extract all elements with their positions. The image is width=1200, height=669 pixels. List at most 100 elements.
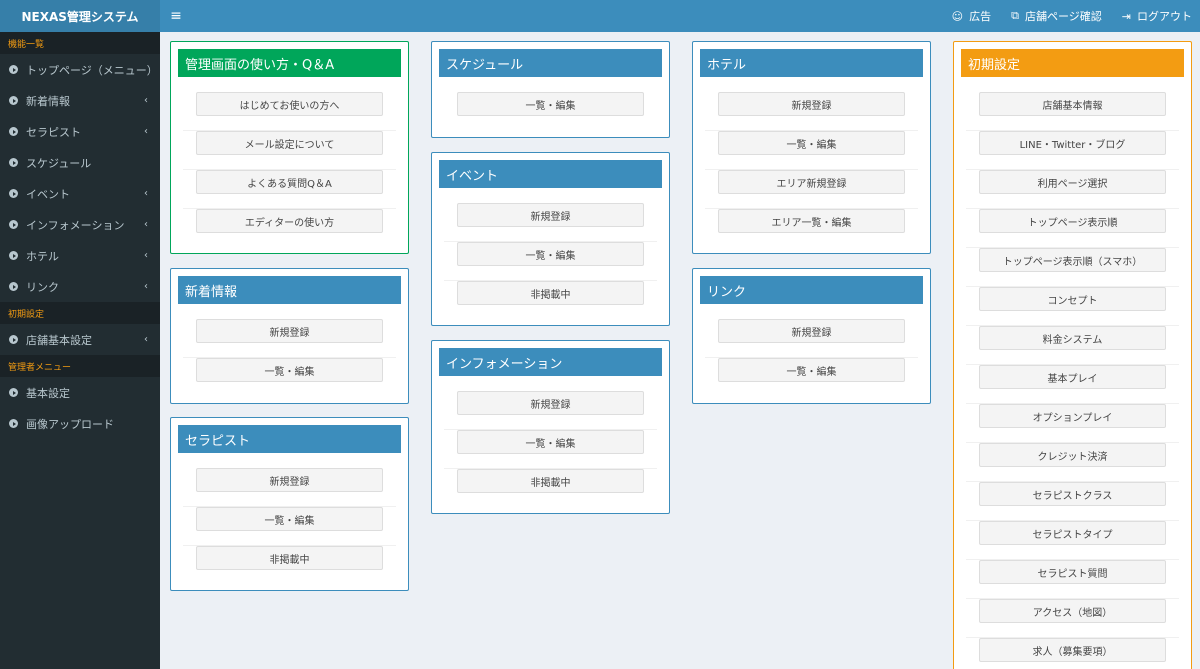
list-item: LINE・Twitter・ブログ (966, 131, 1179, 170)
sidebar-item-news[interactable]: 新着情報 ‹ (0, 85, 160, 116)
list-item: 一覧・編集 (705, 131, 918, 170)
initial-access-map-button[interactable]: アクセス（地図） (979, 599, 1166, 623)
howto-first-time-button[interactable]: はじめてお使いの方へ (196, 92, 383, 116)
event-new-button[interactable]: 新規登録 (457, 203, 644, 227)
initial-store-info-button[interactable]: 店舗基本情報 (979, 92, 1166, 116)
list-item: 新規登録 (444, 203, 657, 242)
circle-arrow-icon (9, 419, 18, 428)
list-item: はじめてお使いの方へ (183, 92, 396, 131)
initial-price-system-button[interactable]: 料金システム (979, 326, 1166, 350)
howto-mail-settings-button[interactable]: メール設定について (196, 131, 383, 155)
sidebar-section-features: 機能一覧 (0, 32, 160, 54)
schedule-list-edit-button[interactable]: 一覧・編集 (457, 92, 644, 116)
list-item: トップページ表示順 (966, 209, 1179, 248)
sidebar-item-hotel[interactable]: ホテル ‹ (0, 240, 160, 271)
sidebar-item-link[interactable]: リンク ‹ (0, 271, 160, 302)
list-item: 利用ページ選択 (966, 170, 1179, 209)
box-title: スケジュール (439, 49, 662, 77)
link-list-edit-button[interactable]: 一覧・編集 (718, 358, 905, 382)
circle-arrow-icon (9, 127, 18, 136)
list-item: 一覧・編集 (444, 430, 657, 469)
sidebar-section-initial: 初期設定 (0, 302, 160, 324)
sidebar-item-label: 新着情報 (26, 94, 70, 108)
news-new-button[interactable]: 新規登録 (196, 319, 383, 343)
initial-credit-button[interactable]: クレジット決済 (979, 443, 1166, 467)
chevron-left-icon: ‹ (144, 334, 148, 345)
link-new-button[interactable]: 新規登録 (718, 319, 905, 343)
initial-option-play-button[interactable]: オプションプレイ (979, 404, 1166, 428)
initial-therapist-class-button[interactable]: セラピストクラス (979, 482, 1166, 506)
store-page-link[interactable]: ⧉ 店舗ページ確認 (1011, 8, 1102, 24)
app-logo[interactable]: NEXAS管理システム (0, 0, 160, 32)
sidebar-item-basic-settings[interactable]: 基本設定 (0, 377, 160, 408)
initial-therapist-type-button[interactable]: セラピストタイプ (979, 521, 1166, 545)
list-item: クレジット決済 (966, 443, 1179, 482)
sidebar-item-label: 画像アップロード (26, 417, 114, 431)
store-page-link-label: 店舗ページ確認 (1025, 10, 1102, 23)
top-right-links: ☺ 広告 ⧉ 店舗ページ確認 ⇥ ログアウト (932, 0, 1200, 32)
box-buttons: 新規登録 一覧・編集 (693, 304, 930, 397)
list-item: 新規登録 (183, 319, 396, 358)
list-item: よくある質問Q＆A (183, 170, 396, 209)
initial-therapist-question-button[interactable]: セラピスト質問 (979, 560, 1166, 584)
box-schedule: スケジュール 一覧・編集 (431, 41, 670, 138)
initial-recruit-button[interactable]: 求人（募集要項） (979, 638, 1166, 662)
chevron-left-icon: ‹ (144, 281, 148, 292)
circle-arrow-icon (9, 251, 18, 260)
initial-sns-button[interactable]: LINE・Twitter・ブログ (979, 131, 1166, 155)
sidebar-item-label: ホテル (26, 249, 59, 263)
sidebar-item-store-settings[interactable]: 店舗基本設定 ‹ (0, 324, 160, 355)
sidebar-item-information[interactable]: インフォメーション ‹ (0, 209, 160, 240)
list-item: 一覧・編集 (705, 358, 918, 397)
list-item: 店舗基本情報 (966, 92, 1179, 131)
event-list-edit-button[interactable]: 一覧・編集 (457, 242, 644, 266)
ad-link[interactable]: ☺ 広告 (952, 8, 991, 24)
box-buttons: 一覧・編集 (432, 77, 669, 131)
list-item: 基本プレイ (966, 365, 1179, 404)
hamburger-icon: ≡ (170, 8, 182, 24)
box-therapist: セラピスト 新規登録 一覧・編集 非掲載中 (170, 417, 409, 591)
box-title: インフォメーション (439, 348, 662, 376)
list-item: 非掲載中 (444, 469, 657, 508)
news-list-edit-button[interactable]: 一覧・編集 (196, 358, 383, 382)
initial-page-select-button[interactable]: 利用ページ選択 (979, 170, 1166, 194)
list-item: セラピストタイプ (966, 521, 1179, 560)
box-event: イベント 新規登録 一覧・編集 非掲載中 (431, 152, 670, 326)
sidebar-item-label: 基本設定 (26, 386, 70, 400)
sidebar-item-top[interactable]: トップページ（メニュー） (0, 54, 160, 85)
therapist-unpublished-button[interactable]: 非掲載中 (196, 546, 383, 570)
initial-top-order-button[interactable]: トップページ表示順 (979, 209, 1166, 233)
top-navbar: NEXAS管理システム ≡ ☺ 広告 ⧉ 店舗ページ確認 ⇥ ログアウト (0, 0, 1200, 32)
circle-arrow-icon (9, 220, 18, 229)
sidebar-item-event[interactable]: イベント ‹ (0, 178, 160, 209)
sidebar-item-image-upload[interactable]: 画像アップロード (0, 408, 160, 439)
list-item: 求人（募集要項） (966, 638, 1179, 669)
box-buttons: 新規登録 一覧・編集 非掲載中 (432, 188, 669, 320)
hotel-list-edit-button[interactable]: 一覧・編集 (718, 131, 905, 155)
box-buttons: 店舗基本情報 LINE・Twitter・ブログ 利用ページ選択 トップページ表示… (954, 77, 1191, 669)
circle-arrow-icon (9, 96, 18, 105)
list-item: 非掲載中 (183, 546, 396, 585)
hotel-area-new-button[interactable]: エリア新規登録 (718, 170, 905, 194)
list-item: 一覧・編集 (183, 358, 396, 397)
howto-editor-button[interactable]: エディターの使い方 (196, 209, 383, 233)
logout-link[interactable]: ⇥ ログアウト (1122, 8, 1192, 24)
hotel-area-list-edit-button[interactable]: エリア一覧・編集 (718, 209, 905, 233)
sidebar-item-label: インフォメーション (26, 218, 125, 232)
howto-faq-button[interactable]: よくある質問Q＆A (196, 170, 383, 194)
therapist-new-button[interactable]: 新規登録 (196, 468, 383, 492)
information-list-edit-button[interactable]: 一覧・編集 (457, 430, 644, 454)
information-unpublished-button[interactable]: 非掲載中 (457, 469, 644, 493)
information-new-button[interactable]: 新規登録 (457, 391, 644, 415)
event-unpublished-button[interactable]: 非掲載中 (457, 281, 644, 305)
sidebar-item-schedule[interactable]: スケジュール (0, 147, 160, 178)
chevron-left-icon: ‹ (144, 250, 148, 261)
initial-basic-play-button[interactable]: 基本プレイ (979, 365, 1166, 389)
therapist-list-edit-button[interactable]: 一覧・編集 (196, 507, 383, 531)
hotel-new-button[interactable]: 新規登録 (718, 92, 905, 116)
box-buttons: 新規登録 一覧・編集 非掲載中 (432, 376, 669, 508)
initial-top-order-sp-button[interactable]: トップページ表示順（スマホ） (979, 248, 1166, 272)
initial-concept-button[interactable]: コンセプト (979, 287, 1166, 311)
sidebar-toggle-button[interactable]: ≡ (160, 0, 192, 32)
sidebar-item-therapist[interactable]: セラピスト ‹ (0, 116, 160, 147)
